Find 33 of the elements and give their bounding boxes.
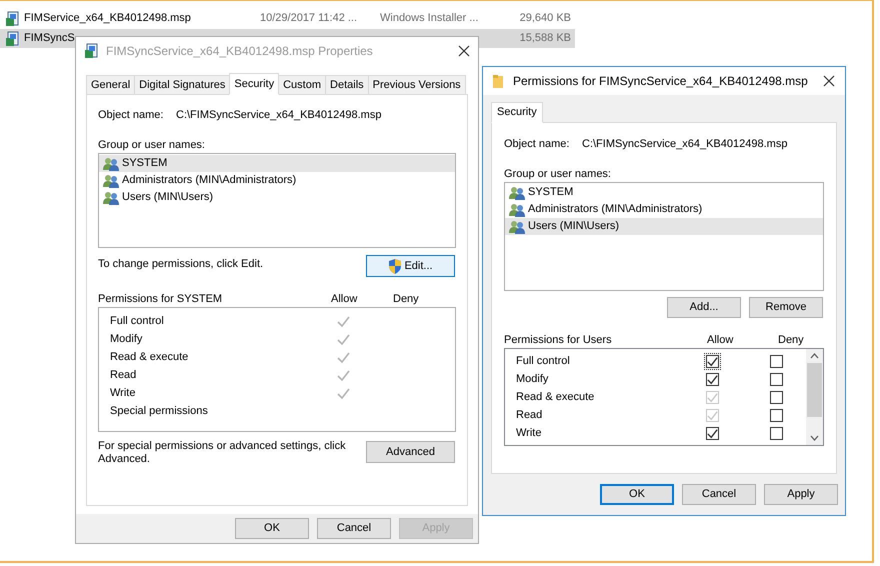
permission-name: Modify [515, 372, 550, 387]
group-label: Group or user names: [98, 138, 206, 152]
object-name-label: Object name: [504, 137, 570, 152]
file-size: 29,640 KB [520, 11, 572, 26]
advanced-hint: For special permissions or advanced settings, click Advanced. [98, 440, 347, 466]
permission-name: Read & execute [515, 390, 596, 405]
file-name: FIMSyncS [24, 31, 75, 46]
permission-name: Special permissions [110, 404, 208, 419]
allow-header: Allow [707, 333, 734, 348]
permission-name: Modify [110, 332, 142, 347]
window-title: FIMSyncService_x64_KB4012498.msp Properties [106, 43, 373, 60]
object-name: C:\FIMSyncService_x64_KB4012498.msp [582, 137, 788, 152]
object-name-label: Object name: [98, 108, 164, 123]
allow-header: Allow [331, 292, 358, 307]
permissions-label: Permissions for Users [504, 333, 613, 348]
change-hint: To change permissions, click Edit. [98, 257, 264, 272]
permission-name: Full control [110, 314, 164, 329]
file-date: 10/29/2017 11:42 ... [260, 11, 358, 26]
permission-name: Full control [515, 354, 571, 369]
permission-name: Write [515, 426, 542, 441]
permission-name: Write [110, 386, 136, 401]
deny-header: Deny [393, 292, 419, 307]
window-title: Permissions for FIMSyncService_x64_KB4012498.msp [513, 73, 808, 90]
file-type: Windows Installer ... [380, 11, 480, 26]
object-name: C:\FIMSyncService_x64_KB4012498.msp [176, 108, 382, 123]
file-name: FIMService_x64_KB4012498.msp [24, 11, 191, 26]
permission-name: Read & execute [110, 350, 188, 365]
deny-header: Deny [778, 333, 804, 348]
permissions-label: Permissions for SYSTEM [98, 292, 224, 307]
file-size: 15,588 KB [520, 31, 572, 46]
permission-name: Read [110, 368, 136, 383]
permission-name: Read [515, 408, 544, 423]
group-label: Group or user names: [504, 167, 612, 181]
